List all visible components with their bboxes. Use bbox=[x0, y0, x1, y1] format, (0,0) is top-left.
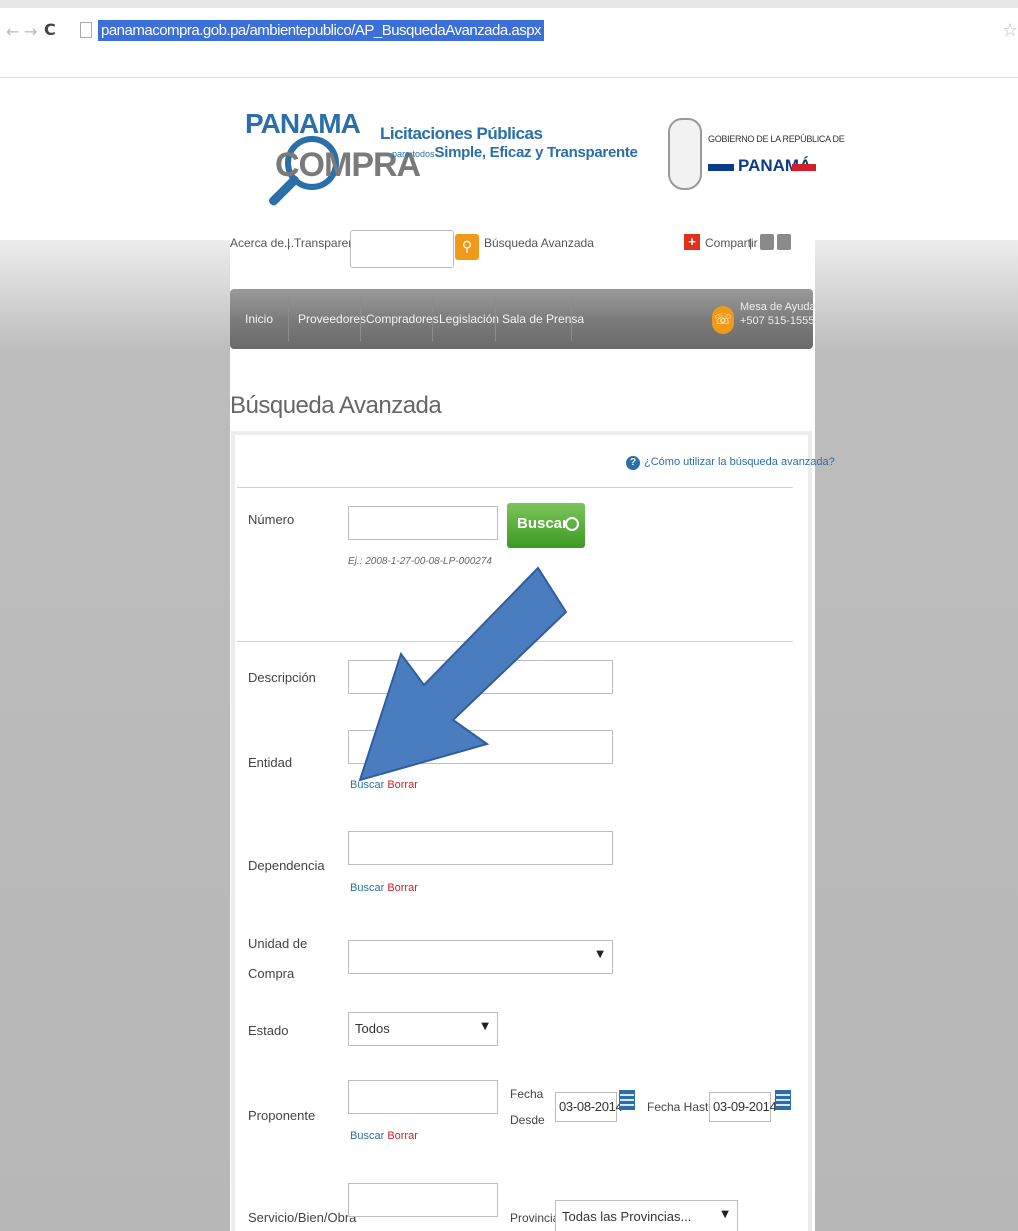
annotation-arrow-shape bbox=[358, 566, 568, 782]
annotation-arrow-icon bbox=[358, 566, 568, 782]
